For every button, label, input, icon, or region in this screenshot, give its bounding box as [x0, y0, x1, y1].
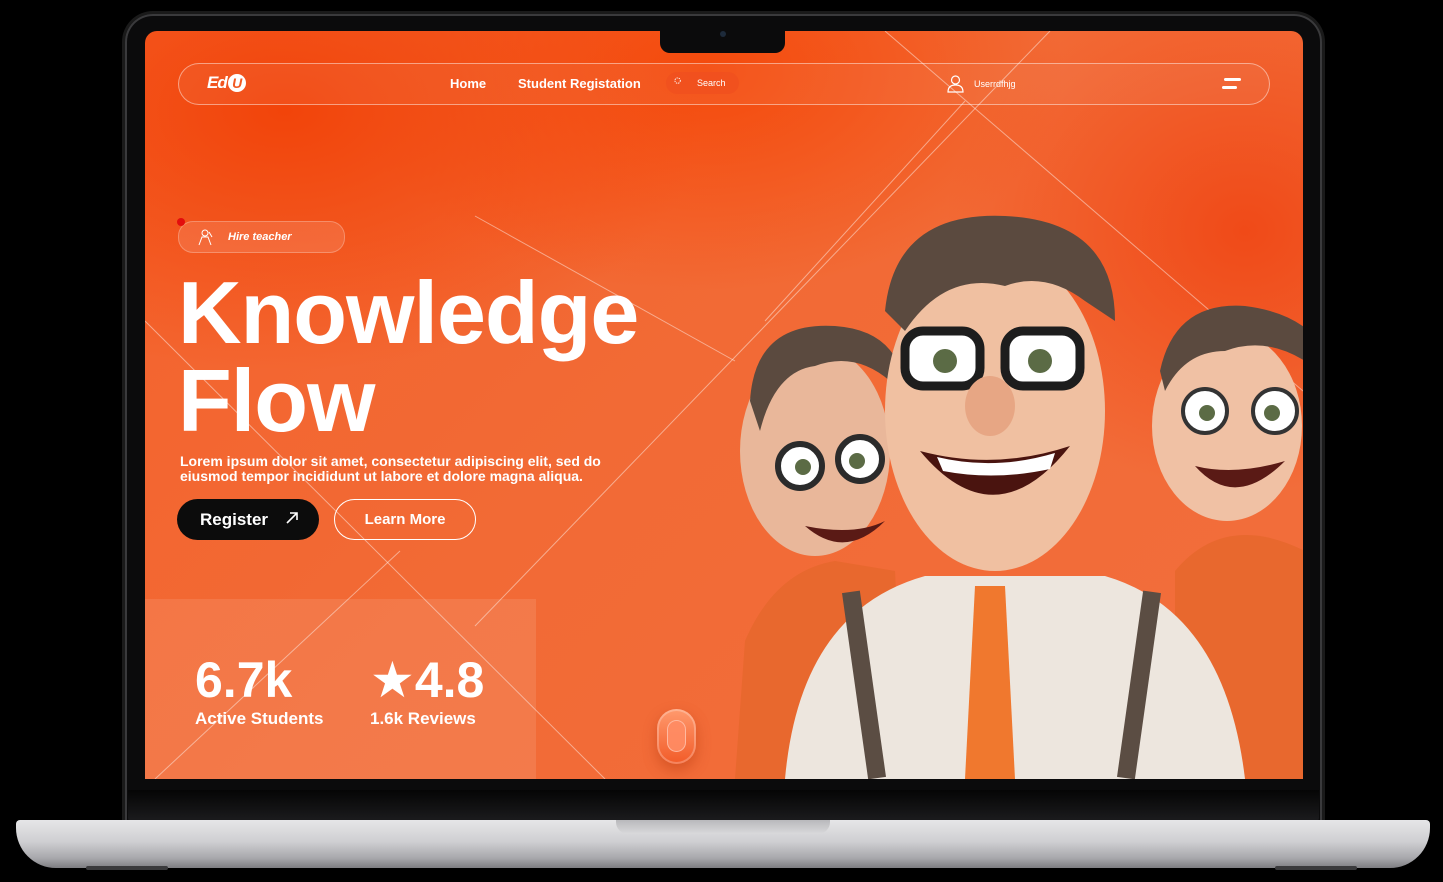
hire-teacher-chip[interactable]: Hire teacher [177, 218, 345, 253]
hero-description: Lorem ipsum dolor sit amet, consectetur … [180, 453, 601, 484]
stats-panel: 6.7k Active Students ★4.8 1.6k Reviews [145, 599, 536, 779]
search-placeholder: Search [697, 78, 726, 88]
laptop-foot-left [86, 866, 168, 870]
page-title: Knowledge Flow [178, 263, 639, 450]
nav-link-home[interactable]: Home [450, 76, 486, 91]
register-label: Register [200, 510, 269, 529]
learn-more-button[interactable]: Learn More [334, 499, 476, 540]
app-screen: Ed U Home Student Registation Search User… [145, 31, 1303, 779]
scroll-indicator[interactable] [657, 709, 696, 764]
teachers-illustration [735, 215, 1303, 779]
screen-bezel [128, 790, 1319, 822]
search-icon [674, 77, 681, 84]
title-line-1: Knowledge [178, 263, 639, 362]
stat-label-reviews: 1.6k Reviews [370, 709, 476, 728]
stat-label-students: Active Students [195, 709, 324, 728]
top-nav: Ed U Home Student Registation Search User… [178, 63, 1270, 105]
register-button[interactable]: Register [177, 499, 319, 540]
camera-icon [720, 31, 726, 37]
stat-value-students: 6.7k [195, 652, 293, 708]
teacher-icon [198, 229, 213, 246]
username-label: Userrdfhjg [974, 79, 1016, 89]
title-line-2: Flow [178, 351, 375, 450]
stat-value-rating: ★4.8 [370, 652, 485, 708]
user-icon [947, 75, 964, 93]
search-input[interactable]: Search [666, 72, 739, 94]
arrow-up-right-icon [286, 512, 298, 524]
brand-logo[interactable]: Ed U [207, 73, 246, 93]
chip-label: Hire teacher [228, 231, 292, 243]
menu-icon[interactable] [1222, 77, 1242, 91]
laptop-foot-right [1275, 866, 1357, 870]
lid-opener [616, 820, 830, 834]
notification-dot [177, 218, 185, 226]
nav-link-student-registration[interactable]: Student Registation [518, 76, 641, 91]
